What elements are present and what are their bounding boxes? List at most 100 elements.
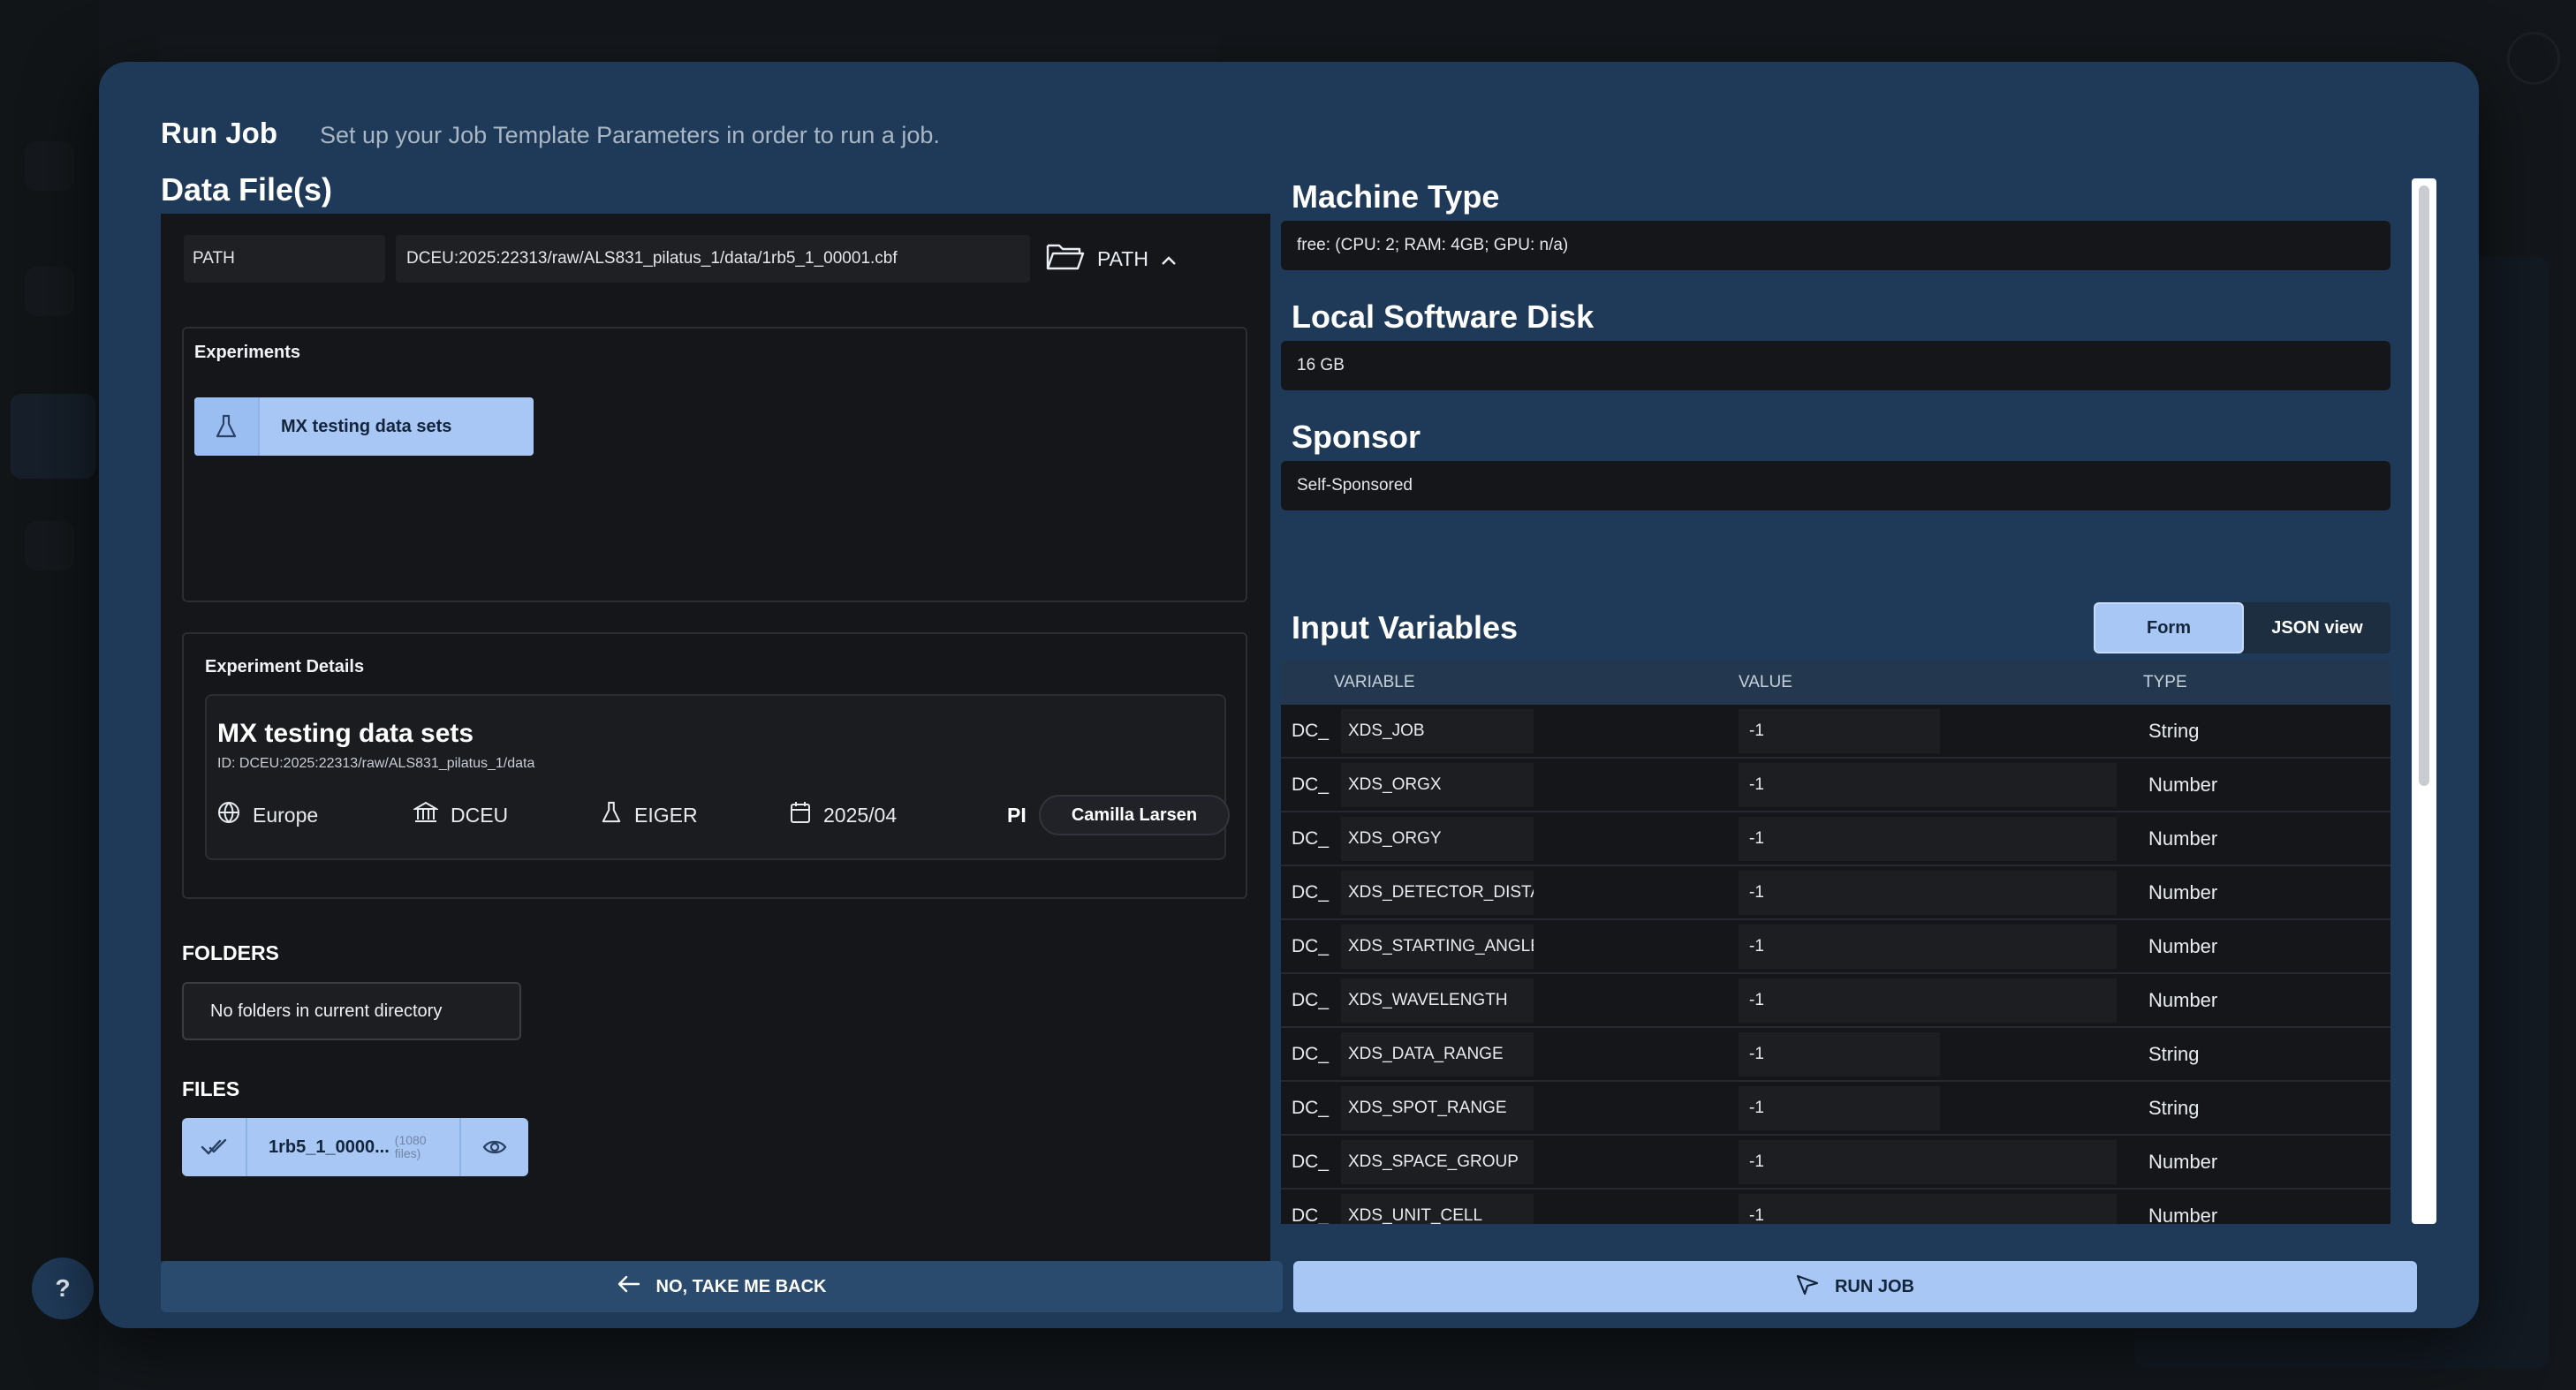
variable-type: Number xyxy=(2148,880,2218,903)
scrollbar-thumb[interactable] xyxy=(2419,185,2429,786)
file-name: 1rb5_1_0000... xyxy=(269,1137,390,1157)
date-value: 2025/04 xyxy=(823,803,898,827)
file-count-line1: (1080 xyxy=(394,1132,427,1147)
table-row: DC_ XDS_DATA_RANGE String xyxy=(1281,1028,2390,1082)
input-variables-heading: Input Variables xyxy=(1292,609,1519,646)
meta-facility: DCEU xyxy=(412,795,509,835)
run-job-button[interactable]: RUN JOB xyxy=(1293,1261,2417,1312)
experiment-meta-row: Europe DCEU EIGER 2025/04 PI Camilla Lar… xyxy=(217,795,1230,835)
run-job-label: RUN JOB xyxy=(1834,1276,1914,1296)
region-value: Europe xyxy=(253,803,319,827)
arrow-left-icon xyxy=(617,1275,640,1298)
instrument-value: EIGER xyxy=(634,803,698,827)
machine-type-select[interactable]: free: (CPU: 2; RAM: 4GB; GPU: n/a) xyxy=(1281,221,2390,270)
variable-type: Number xyxy=(2148,934,2218,957)
institution-icon xyxy=(412,801,440,829)
variable-type: String xyxy=(2148,719,2200,742)
meta-date: 2025/04 xyxy=(790,795,897,835)
variable-name-field[interactable]: XDS_JOB xyxy=(1341,708,1534,753)
data-files-panel: PATH PATH Experiment xyxy=(161,214,1270,1261)
help-button[interactable]: ? xyxy=(32,1258,94,1319)
local-software-disk-heading: Local Software Disk xyxy=(1292,298,1595,335)
job-config-section: Machine Type free: (CPU: 2; RAM: 4GB; GP… xyxy=(1281,178,2412,1224)
experiment-details-title: Experiment Details xyxy=(205,657,365,676)
folders-heading: FOLDERS xyxy=(182,941,279,964)
input-variables-table: VARIABLE VALUE TYPE DC_ XDS_JOB String DC_ X… xyxy=(1281,661,2390,1224)
pi-name-chip[interactable]: Camilla Larsen xyxy=(1039,795,1230,835)
variable-name-field[interactable]: XDS_DATA_RANGE xyxy=(1341,1031,1534,1076)
path-toggle-label: PATH xyxy=(1097,246,1148,270)
variable-name-field[interactable]: XDS_ORGY xyxy=(1341,816,1534,861)
path-toggle-button[interactable]: PATH xyxy=(1046,241,1177,276)
variable-name-field[interactable]: XDS_STARTING_ANGLE xyxy=(1341,924,1534,969)
variable-value-input[interactable] xyxy=(1739,816,2117,861)
variable-name-field[interactable]: XDS_UNIT_CELL xyxy=(1341,1193,1534,1224)
experiment-id: ID: DCEU:2025:22313/raw/ALS831_pilatus_1… xyxy=(217,756,535,771)
eye-icon[interactable] xyxy=(461,1118,528,1176)
variable-name-field[interactable]: XDS_DETECTOR_DISTA xyxy=(1341,870,1534,915)
variable-type: String xyxy=(2148,1042,2200,1065)
variable-value-input[interactable] xyxy=(1739,978,2117,1023)
variable-type: String xyxy=(2148,1096,2200,1119)
variable-prefix: DC_ xyxy=(1292,827,1330,849)
calendar-icon xyxy=(790,801,811,829)
column-header-type: TYPE xyxy=(2143,673,2187,691)
table-row: DC_ XDS_SPACE_GROUP Number xyxy=(1281,1136,2390,1190)
variable-value-input[interactable] xyxy=(1739,708,1940,753)
modal-subtitle: Set up your Job Template Parameters in o… xyxy=(319,122,940,148)
variable-value-input[interactable] xyxy=(1739,1085,1940,1130)
variable-name-field[interactable]: XDS_WAVELENGTH xyxy=(1341,978,1534,1023)
variable-name-field[interactable]: XDS_SPOT_RANGE xyxy=(1341,1085,1534,1130)
experiment-chip[interactable]: MX testing data sets xyxy=(194,397,534,456)
json-view-tab[interactable]: JSON view xyxy=(2244,602,2390,653)
variable-prefix: DC_ xyxy=(1292,774,1330,795)
experiments-box: Experiments MX testing data sets xyxy=(182,327,1247,602)
variable-value-input[interactable] xyxy=(1739,1031,1940,1076)
variable-value-input[interactable] xyxy=(1739,924,2117,969)
folders-empty-state: No folders in current directory xyxy=(182,982,521,1040)
machine-type-heading: Machine Type xyxy=(1292,178,1500,215)
modal-header: Run Job Set up your Job Template Paramet… xyxy=(161,117,940,150)
experiment-chip-label: MX testing data sets xyxy=(281,416,452,436)
variable-prefix: DC_ xyxy=(1292,1205,1330,1225)
table-row: DC_ XDS_STARTING_ANGLE Number xyxy=(1281,920,2390,974)
table-body: DC_ XDS_JOB String DC_ XDS_ORGX Number DC_ XDS_… xyxy=(1281,705,2390,1224)
path-input[interactable] xyxy=(396,235,1030,283)
globe-icon xyxy=(217,801,240,829)
scrollbar[interactable] xyxy=(2412,178,2436,1224)
chevron-up-icon xyxy=(1161,247,1177,271)
sponsor-select[interactable]: Self-Sponsored xyxy=(1281,461,2390,510)
run-job-modal: Run Job Set up your Job Template Paramet… xyxy=(99,62,2479,1328)
variable-type: Number xyxy=(2148,773,2218,796)
data-files-section: Data File(s) PATH PATH xyxy=(161,171,1270,1261)
column-header-variable: VARIABLE xyxy=(1334,673,1415,691)
variable-value-input[interactable] xyxy=(1739,870,2117,915)
form-view-tab[interactable]: Form xyxy=(2094,602,2244,653)
variable-name-field[interactable]: XDS_SPACE_GROUP xyxy=(1341,1139,1534,1184)
experiments-title: Experiments xyxy=(194,343,301,362)
variable-prefix: DC_ xyxy=(1292,720,1330,741)
variable-type: Number xyxy=(2148,827,2218,850)
table-row: DC_ XDS_SPOT_RANGE String xyxy=(1281,1082,2390,1136)
variable-value-input[interactable] xyxy=(1739,1139,2117,1184)
take-me-back-label: NO, TAKE ME BACK xyxy=(655,1276,827,1296)
experiment-details-box: Experiment Details MX testing data sets … xyxy=(182,632,1247,899)
variable-prefix: DC_ xyxy=(1292,989,1330,1010)
table-header: VARIABLE VALUE TYPE xyxy=(1281,661,2390,705)
table-row: DC_ XDS_DETECTOR_DISTA Number xyxy=(1281,866,2390,920)
view-toggle: Form JSON view xyxy=(2094,602,2390,653)
file-item[interactable]: 1rb5_1_0000... (1080 files) xyxy=(182,1118,528,1176)
table-row: DC_ XDS_WAVELENGTH Number xyxy=(1281,974,2390,1028)
variable-value-input[interactable] xyxy=(1739,1193,2117,1224)
take-me-back-button[interactable]: NO, TAKE ME BACK xyxy=(161,1261,1283,1312)
local-software-disk-select[interactable]: 16 GB xyxy=(1281,341,2390,390)
data-files-heading: Data File(s) xyxy=(161,171,333,208)
variable-name-field[interactable]: XDS_ORGX xyxy=(1341,762,1534,807)
check-icon[interactable] xyxy=(182,1118,247,1176)
table-row: DC_ XDS_UNIT_CELL Number xyxy=(1281,1190,2390,1224)
variable-value-input[interactable] xyxy=(1739,762,2117,807)
variable-prefix: DC_ xyxy=(1292,1151,1330,1172)
column-header-value: VALUE xyxy=(1739,673,1792,691)
facility-value: DCEU xyxy=(451,803,509,827)
path-label: PATH xyxy=(184,235,385,283)
